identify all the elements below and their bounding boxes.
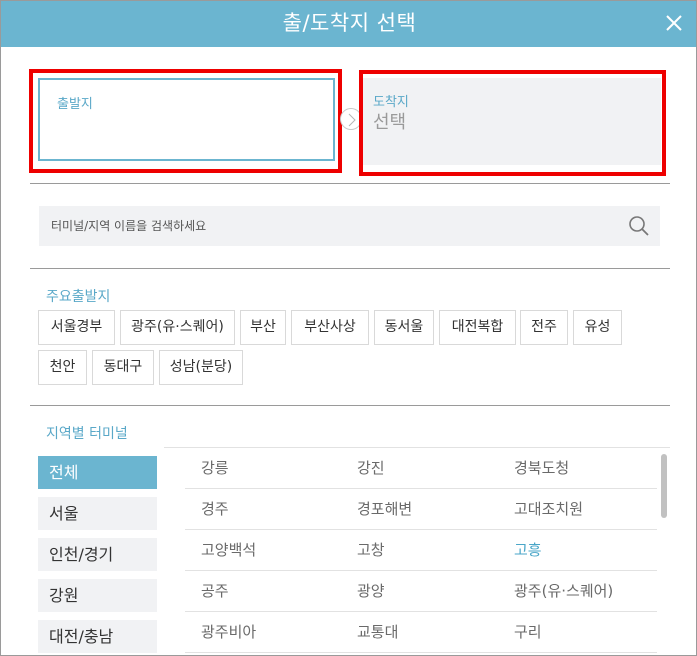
search-input[interactable] bbox=[51, 206, 611, 246]
region-item-all[interactable]: 전체 bbox=[38, 456, 157, 489]
scrollbar-thumb[interactable] bbox=[661, 454, 667, 518]
chip-jeonju[interactable]: 전주 bbox=[520, 310, 568, 345]
divider bbox=[30, 405, 670, 406]
close-button[interactable] bbox=[660, 9, 688, 37]
terminal-item[interactable]: 고양백석 bbox=[201, 530, 256, 571]
terminal-item[interactable]: 공주 bbox=[201, 571, 229, 612]
terminal-item[interactable]: 광주(유·스퀘어) bbox=[514, 571, 613, 612]
terminal-item[interactable]: 광주비아 bbox=[201, 612, 256, 653]
terminal-row: 경주 경포해변 고대조치원 bbox=[185, 489, 657, 530]
chip-cheonan[interactable]: 천안 bbox=[38, 350, 87, 385]
chip-dong-daegu[interactable]: 동대구 bbox=[92, 350, 154, 385]
terminal-item[interactable]: 고창 bbox=[357, 530, 385, 571]
terminal-item[interactable]: 고대조치원 bbox=[514, 489, 583, 530]
major-departures-title: 주요출발지 bbox=[46, 289, 111, 305]
terminal-item[interactable]: 구리 bbox=[514, 612, 542, 653]
region-item-daejeon-chungnam[interactable]: 대전/충남 bbox=[38, 620, 157, 653]
arrow-right-icon bbox=[348, 113, 356, 127]
regional-terminals-title: 지역별 터미널 bbox=[46, 426, 128, 442]
terminal-item[interactable]: 강릉 bbox=[201, 448, 229, 489]
chip-yuseong[interactable]: 유성 bbox=[573, 310, 622, 345]
chip-busan[interactable]: 부산 bbox=[240, 310, 286, 345]
arrival-field[interactable]: 도착지 선택 bbox=[362, 78, 661, 165]
dialog-header: 출/도착지 선택 bbox=[1, 1, 696, 47]
terminal-row: 고양백석 고창 고흥 bbox=[185, 530, 657, 571]
terminal-item[interactable]: 광양 bbox=[357, 571, 385, 612]
close-icon bbox=[666, 15, 682, 31]
terminal-item[interactable]: 교통대 bbox=[357, 612, 398, 653]
terminal-item[interactable]: 경포해변 bbox=[357, 489, 412, 530]
chip-seongnam-bundang[interactable]: 성남(분당) bbox=[159, 350, 243, 385]
search-icon[interactable] bbox=[628, 215, 650, 237]
terminal-item[interactable]: 경북도청 bbox=[514, 448, 569, 489]
chip-busan-sasang[interactable]: 부산사상 bbox=[291, 310, 369, 345]
dialog-title: 출/도착지 선택 bbox=[282, 11, 417, 35]
terminal-item-highlighted[interactable]: 고흥 bbox=[514, 530, 542, 571]
chip-dong-seoul[interactable]: 동서울 bbox=[374, 310, 434, 345]
terminal-item[interactable]: 강진 bbox=[357, 448, 385, 489]
chip-gwangju-usquare[interactable]: 광주(유·스퀘어) bbox=[120, 310, 235, 345]
region-item-incheon-gyeonggi[interactable]: 인천/경기 bbox=[38, 538, 157, 571]
terminal-row: 강릉 강진 경북도청 bbox=[185, 448, 657, 489]
chip-seoul-gyeongbu[interactable]: 서울경부 bbox=[38, 310, 115, 345]
terminal-select-dialog: 출/도착지 선택 출발지 도착지 선택 주요출발지 서울경부 광주(유·스퀘어) bbox=[0, 0, 697, 656]
departure-label: 출발지 bbox=[57, 97, 93, 112]
divider bbox=[30, 268, 670, 269]
search-bar bbox=[39, 206, 660, 246]
region-item-gangwon[interactable]: 강원 bbox=[38, 579, 157, 612]
departure-field[interactable]: 출발지 bbox=[38, 78, 335, 161]
chip-daejeon-bokhap[interactable]: 대전복합 bbox=[439, 310, 516, 345]
terminal-item[interactable]: 경주 bbox=[201, 489, 229, 530]
route-arrow bbox=[340, 108, 362, 130]
terminal-row: 광주비아 교통대 구리 bbox=[185, 612, 657, 653]
terminal-row: 공주 광양 광주(유·스퀘어) bbox=[185, 571, 657, 612]
region-item-seoul[interactable]: 서울 bbox=[38, 497, 157, 530]
arrival-value: 선택 bbox=[373, 112, 407, 133]
divider bbox=[30, 183, 670, 184]
